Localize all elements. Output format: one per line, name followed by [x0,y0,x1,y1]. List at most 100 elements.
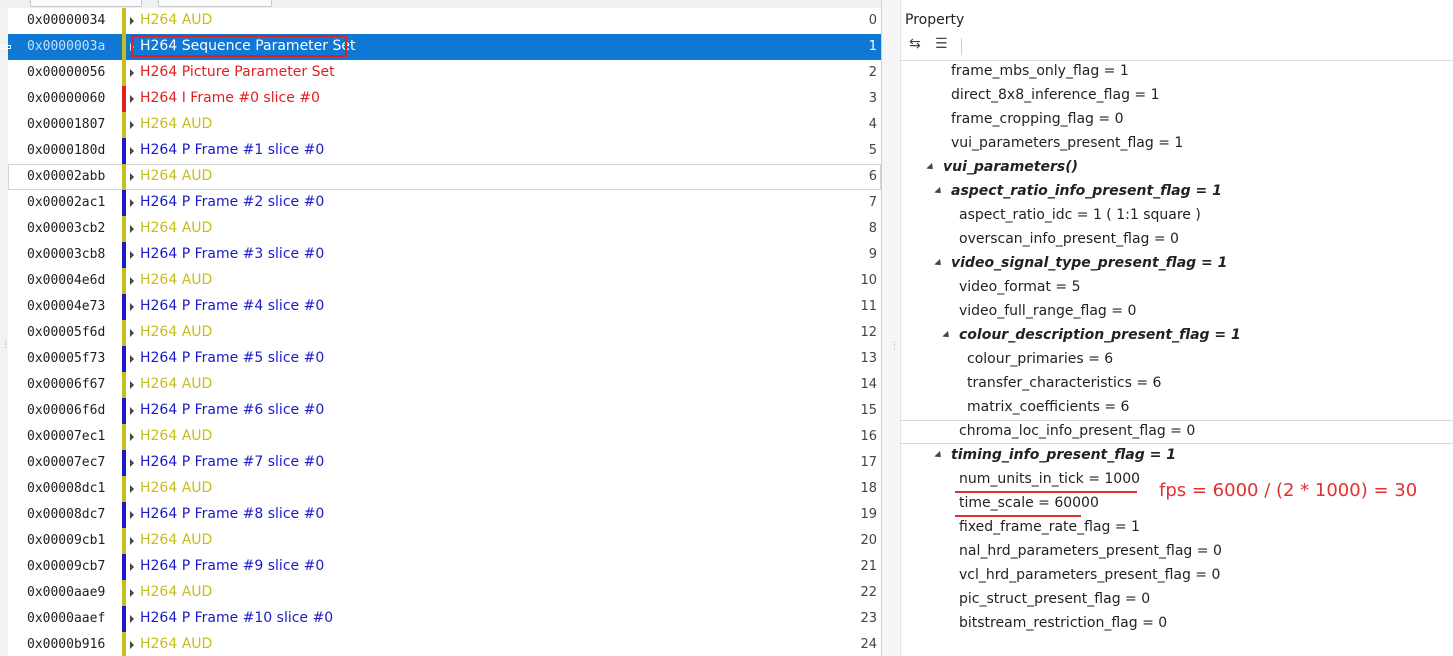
frames-panel: ⋮ 0x00000034 H264 AUD 0 0x0000003a H264 Sequ… [0,8,881,656]
frame-row[interactable]: 0x00008dc1 H264 AUD 18 [8,476,881,502]
frame-offset: 0x00007ec1 [27,429,106,444]
frame-row[interactable]: 0x0000aae9 H264 AUD 22 [8,580,881,606]
frame-row[interactable]: 0x00005f6d H264 AUD 12 [8,320,881,346]
property-row[interactable]: aspect_ratio_idc = 1 ( 1:1 square ) [901,204,1453,228]
property-row[interactable]: bitstream_restriction_flag = 0 [901,612,1453,636]
panel-splitter[interactable]: ⋮ [881,0,901,656]
tree-expander-icon[interactable] [942,330,952,341]
expand-arrow-icon[interactable] [130,381,134,389]
frame-row[interactable]: 0x00000060 H264 I Frame #0 slice #0 3 [8,86,881,112]
frame-row[interactable]: 0x00004e6d H264 AUD 10 [8,268,881,294]
frame-index: 22 [860,585,877,600]
frame-row[interactable]: 0x00009cb1 H264 AUD 20 [8,528,881,554]
frame-row[interactable]: 0x00006f6d H264 P Frame #6 slice #0 15 [8,398,881,424]
property-row[interactable]: transfer_characteristics = 6 [901,372,1453,396]
frame-row[interactable]: 0x00006f67 H264 AUD 14 [8,372,881,398]
frame-index: 9 [868,247,877,262]
expand-arrow-icon[interactable] [130,95,134,103]
frame-row[interactable]: 0x00005f73 H264 P Frame #5 slice #0 13 [8,346,881,372]
property-row[interactable]: fixed_frame_rate_flag = 1 [901,516,1453,540]
frame-label: H264 AUD [140,428,213,444]
splitter-grip-icon[interactable]: ⋮ [890,341,899,351]
property-row[interactable]: frame_cropping_flag = 0 [901,108,1453,132]
frame-offset: 0x00008dc7 [27,507,106,522]
tree-expander-icon[interactable] [934,450,944,461]
expand-arrow-icon[interactable] [130,225,134,233]
property-row[interactable]: video_format = 5 [901,276,1453,300]
expand-arrow-icon[interactable] [130,277,134,285]
frame-row[interactable]: 0x00008dc7 H264 P Frame #8 slice #0 19 [8,502,881,528]
expand-arrow-icon[interactable] [130,641,134,649]
frame-label: H264 P Frame #5 slice #0 [140,350,325,366]
property-row[interactable]: frame_mbs_only_flag = 1 [901,60,1453,84]
expand-arrow-icon[interactable] [130,69,134,77]
property-row[interactable]: vui_parameters() [901,156,1453,180]
expand-arrow-icon[interactable] [130,173,134,181]
property-row[interactable]: pic_struct_present_flag = 0 [901,588,1453,612]
frame-row[interactable]: 0x00003cb2 H264 AUD 8 [8,216,881,242]
frame-type-color-bar [122,216,126,242]
tree-expander-icon[interactable] [934,186,944,197]
expand-arrow-icon[interactable] [130,121,134,129]
tab-left[interactable] [30,0,142,7]
property-row[interactable]: nal_hrd_parameters_present_flag = 0 [901,540,1453,564]
expand-arrow-icon[interactable] [130,537,134,545]
frame-row[interactable]: 0x00000034 H264 AUD 0 [8,8,881,34]
property-row[interactable]: vui_parameters_present_flag = 1 [901,132,1453,156]
frame-row[interactable]: 0x00007ec1 H264 AUD 16 [8,424,881,450]
frame-row[interactable]: 0x0000b916 H264 AUD 24 [8,632,881,656]
expand-arrow-icon[interactable] [130,251,134,259]
expand-arrow-icon[interactable] [130,511,134,519]
frame-row[interactable]: 0x00003cb8 H264 P Frame #3 slice #0 9 [8,242,881,268]
expand-arrow-icon[interactable] [130,199,134,207]
collapse-icon[interactable] [2,45,11,49]
property-text: frame_mbs_only_flag = 1 [951,63,1129,79]
frame-row[interactable]: 0x0000003a H264 Sequence Parameter Set 1 [2,34,881,60]
frame-row[interactable]: 0x00007ec7 H264 P Frame #7 slice #0 17 [8,450,881,476]
frame-row[interactable]: 0x00002ac1 H264 P Frame #2 slice #0 7 [8,190,881,216]
expand-arrow-icon[interactable] [130,433,134,441]
expand-arrow-icon[interactable] [130,303,134,311]
frame-row[interactable]: 0x0000aaef H264 P Frame #10 slice #0 23 [8,606,881,632]
property-row[interactable]: matrix_coefficients = 6 [901,396,1453,420]
property-text: aspect_ratio_idc = 1 ( 1:1 square ) [959,207,1201,223]
expand-arrow-icon[interactable] [130,459,134,467]
tree-expander-icon[interactable] [934,258,944,269]
frame-row[interactable]: 0x00002abb H264 AUD 6 [8,164,881,190]
property-text: vui_parameters() [943,159,1079,175]
tab-right[interactable] [158,0,272,7]
property-row[interactable]: colour_description_present_flag = 1 [901,324,1453,348]
frame-row[interactable]: 0x00009cb7 H264 P Frame #9 slice #0 21 [8,554,881,580]
property-text: overscan_info_present_flag = 0 [959,231,1179,247]
property-row[interactable]: video_full_range_flag = 0 [901,300,1453,324]
expand-arrow-icon[interactable] [130,355,134,363]
property-row[interactable]: video_signal_type_present_flag = 1 [901,252,1453,276]
frame-row[interactable]: 0x00001807 H264 AUD 4 [8,112,881,138]
expand-arrow-icon[interactable] [130,407,134,415]
tree-view-icon[interactable]: ☰ [935,36,948,52]
expand-arrow-icon[interactable] [130,147,134,155]
expand-arrow-icon[interactable] [130,615,134,623]
expand-arrow-icon[interactable] [130,485,134,493]
property-row[interactable]: chroma_loc_info_present_flag = 0 [901,420,1453,444]
frame-row[interactable]: 0x00004e73 H264 P Frame #4 slice #0 11 [8,294,881,320]
frame-row[interactable]: 0x0000180d H264 P Frame #1 slice #0 5 [8,138,881,164]
frame-label: H264 P Frame #7 slice #0 [140,454,325,470]
frame-label: H264 P Frame #8 slice #0 [140,506,325,522]
expand-arrow-icon[interactable] [130,17,134,25]
expand-arrow-icon[interactable] [130,563,134,571]
property-row[interactable]: aspect_ratio_info_present_flag = 1 [901,180,1453,204]
property-row[interactable]: overscan_info_present_flag = 0 [901,228,1453,252]
frame-type-color-bar [122,8,126,34]
property-row[interactable]: direct_8x8_inference_flag = 1 [901,84,1453,108]
property-text: vcl_hrd_parameters_present_flag = 0 [959,567,1221,583]
property-row[interactable]: vcl_hrd_parameters_present_flag = 0 [901,564,1453,588]
expand-arrow-icon[interactable] [130,589,134,597]
frame-label: H264 P Frame #4 slice #0 [140,298,325,314]
property-row[interactable]: timing_info_present_flag = 1 [901,444,1453,468]
expand-arrow-icon[interactable] [130,329,134,337]
property-row[interactable]: colour_primaries = 6 [901,348,1453,372]
swap-arrows-icon[interactable]: ⇆ [909,36,921,52]
tree-expander-icon[interactable] [926,162,936,173]
frame-row[interactable]: 0x00000056 H264 Picture Parameter Set 2 [8,60,881,86]
